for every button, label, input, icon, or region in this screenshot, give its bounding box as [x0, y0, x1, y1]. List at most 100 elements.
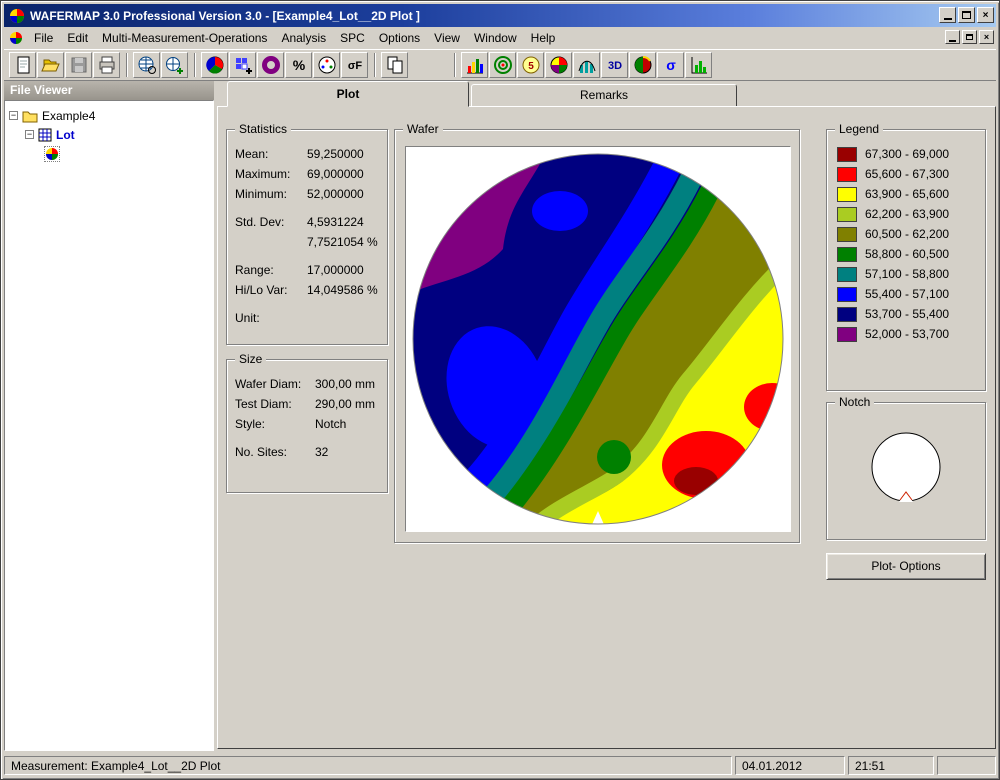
mdi-restore-button[interactable] — [962, 30, 977, 44]
legend-entry: 55,400 - 57,100 — [827, 284, 985, 304]
spc-circle-button[interactable]: 5 — [517, 52, 544, 78]
target-button[interactable] — [489, 52, 516, 78]
wafer-select-button[interactable] — [133, 52, 160, 78]
menu-analysis[interactable]: Analysis — [274, 28, 333, 48]
status-date: 04.01.2012 — [735, 756, 845, 775]
sphere-button[interactable] — [629, 52, 656, 78]
notch-preview-icon — [871, 432, 941, 502]
menu-help[interactable]: Help — [524, 28, 563, 48]
maximize-button[interactable] — [958, 7, 975, 23]
stat-value: 14,049586 % — [307, 283, 378, 297]
open-button[interactable] — [37, 52, 64, 78]
menu-spc[interactable]: SPC — [333, 28, 372, 48]
histogram-button[interactable] — [461, 52, 488, 78]
pie-chart-icon — [550, 56, 567, 74]
percent-button[interactable]: % — [285, 52, 312, 78]
stat-label: Mean: — [235, 147, 269, 161]
save-button[interactable] — [65, 52, 92, 78]
svg-text:3D: 3D — [607, 60, 621, 72]
size-row-wafer-diam: Wafer Diam: 300,00 mm — [227, 374, 387, 394]
svg-text:σ: σ — [666, 57, 676, 73]
donut-chart-button[interactable] — [257, 52, 284, 78]
stat-label: Range: — [235, 263, 274, 277]
stat-value: 52,000000 — [307, 187, 364, 201]
legend-range: 67,300 - 69,000 — [865, 147, 950, 161]
legend-swatch — [837, 306, 857, 322]
wafer-groupbox: Wafer — [394, 122, 800, 543]
legend-entry: 57,100 - 58,800 — [827, 264, 985, 284]
distribution-button[interactable] — [573, 52, 600, 78]
sigma-button[interactable]: σ — [657, 52, 684, 78]
tree-item-measurement[interactable] — [44, 144, 211, 163]
legend-swatch — [837, 146, 857, 162]
menu-view[interactable]: View — [427, 28, 467, 48]
close-button[interactable]: × — [977, 7, 994, 23]
target-icon — [493, 56, 512, 74]
print-button[interactable] — [93, 52, 120, 78]
color-wafer-button[interactable] — [201, 52, 228, 78]
menu-window[interactable]: Window — [467, 28, 524, 48]
three-d-icon: 3D — [607, 60, 621, 72]
legend-entry: 63,900 - 65,600 — [827, 184, 985, 204]
notch-groupbox: Notch — [826, 395, 986, 540]
svg-text:σF: σF — [347, 60, 362, 72]
main-area: Plot Remarks Statistics Mean: 59,250000 M… — [217, 81, 996, 751]
size-label: Test Diam: — [235, 397, 292, 411]
size-value: 300,00 mm — [315, 377, 376, 391]
legend-entry: 60,500 - 62,200 — [827, 224, 985, 244]
3d-view-button[interactable]: 3D — [601, 52, 628, 78]
toolbar-separator — [194, 53, 196, 77]
size-row-style: Style: Notch — [227, 414, 387, 434]
die-add-button[interactable] — [229, 52, 256, 78]
stat-label: Std. Dev: — [235, 215, 285, 229]
bar-chart-icon — [691, 57, 707, 74]
menu-options[interactable]: Options — [372, 28, 427, 48]
pie-chart-button[interactable] — [545, 52, 572, 78]
status-filler — [937, 756, 996, 775]
tab-plot[interactable]: Plot — [227, 81, 469, 107]
stat-row-range: Range: 17,000000 — [227, 260, 387, 280]
menu-file[interactable]: File — [27, 28, 60, 48]
new-button[interactable] — [9, 52, 36, 78]
minimize-button[interactable] — [939, 7, 956, 23]
donut-chart-icon — [261, 56, 280, 74]
tree-item-lot[interactable]: − Lot — [25, 125, 211, 144]
stat-row-stddev-pct: 7,7521054 % — [227, 232, 387, 252]
copy-button[interactable] — [381, 52, 408, 78]
title-bar[interactable]: WAFERMAP 3.0 Professional Version 3.0 - … — [4, 4, 996, 27]
status-bar: Measurement: Example4_Lot__2D Plot 04.01… — [4, 752, 996, 776]
sigma-icon: σ — [666, 57, 676, 73]
legend-entry: 52,000 - 53,700 — [827, 324, 985, 344]
mdi-close-button[interactable]: × — [979, 30, 994, 44]
plot-tab-page: Statistics Mean: 59,250000 Maximum: 69,000… — [217, 106, 996, 749]
legend-range: 62,200 - 63,900 — [865, 207, 950, 221]
copy-icon — [387, 56, 402, 74]
die-add-icon — [235, 58, 252, 74]
stat-value: 17,000000 — [307, 263, 364, 277]
plot-options-button[interactable]: Plot- Options — [826, 553, 986, 580]
size-value: Notch — [315, 417, 347, 431]
size-label: No. Sites: — [235, 445, 288, 459]
tab-remarks[interactable]: Remarks — [471, 84, 737, 107]
mdi-system-icon[interactable] — [9, 31, 23, 45]
tree-item-example4[interactable]: − Example4 — [9, 106, 211, 125]
sigma-f-button[interactable]: σF — [341, 52, 368, 78]
collapse-icon[interactable]: − — [25, 130, 34, 139]
measurement-wafer-icon — [44, 145, 60, 162]
legend-entry: 65,600 - 67,300 — [827, 164, 985, 184]
collapse-icon[interactable]: − — [9, 111, 18, 120]
mdi-minimize-button[interactable] — [945, 30, 960, 44]
toolbar-separator — [374, 53, 376, 77]
app-window: WAFERMAP 3.0 Professional Version 3.0 - … — [0, 0, 1000, 780]
sites-button[interactable] — [313, 52, 340, 78]
bar-chart-button[interactable] — [685, 52, 712, 78]
file-tree: − Example4 − Lot — [4, 100, 214, 751]
wafer-add-button[interactable] — [161, 52, 188, 78]
wafer-canvas — [405, 146, 791, 532]
menu-edit[interactable]: Edit — [60, 28, 95, 48]
stat-row-stddev: Std. Dev: 4,5931224 — [227, 212, 387, 232]
wafer-add-icon — [165, 57, 183, 74]
status-time: 21:51 — [848, 756, 934, 775]
tree-label-lot: Lot — [56, 127, 75, 142]
menu-multi-measurement-operations[interactable]: Multi-Measurement-Operations — [95, 28, 274, 48]
